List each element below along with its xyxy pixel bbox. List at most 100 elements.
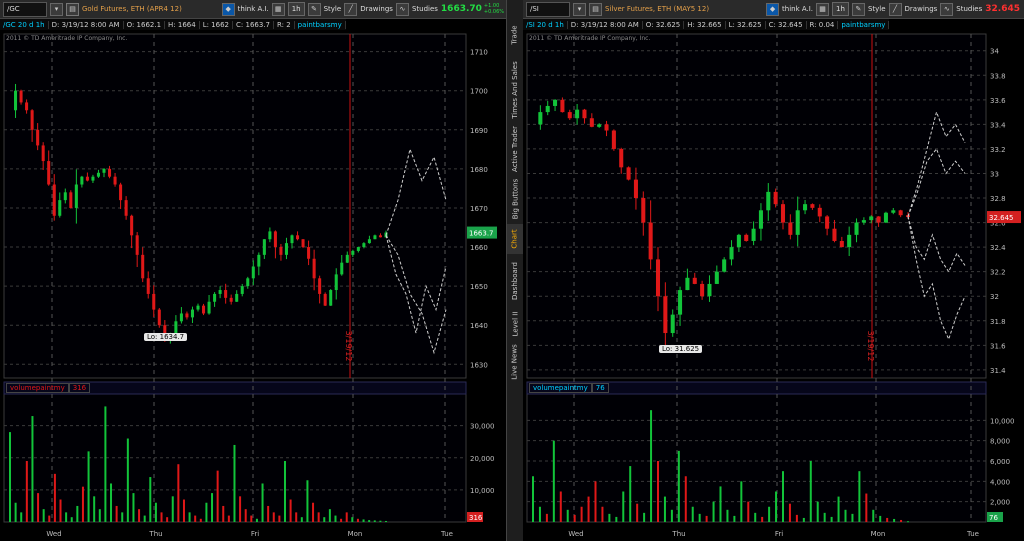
gold-chart-canvas[interactable]: 1630 1640 1650 1660 1670 1680 1690 1700 1710 10,0… (0, 0, 506, 541)
style-button[interactable]: Style (868, 5, 886, 13)
volume-bar (272, 512, 275, 522)
drawings-icon[interactable]: ╱ (344, 2, 358, 16)
volume-bar (149, 477, 152, 522)
volume-bar (837, 496, 840, 522)
candle-body (567, 112, 572, 119)
volume-bar (782, 471, 784, 522)
think-ai-icon[interactable]: ◆ (766, 2, 780, 16)
think-ai-button[interactable]: think A.I. (238, 5, 269, 13)
volume-bar (283, 461, 286, 522)
drawings-button[interactable]: Drawings (360, 5, 393, 13)
y-tick-label: 34 (990, 48, 999, 56)
candle-body (367, 239, 371, 244)
interval-button[interactable]: 1h (832, 2, 849, 16)
link-icon[interactable]: ▤ (589, 2, 602, 16)
studies-icon[interactable]: ∿ (940, 2, 954, 16)
copyright-text: 2011 © TD Ameritrade IP Company, Inc. (529, 35, 651, 42)
drawings-icon[interactable]: ╱ (888, 2, 902, 16)
volume-bar (691, 506, 694, 522)
tab-chart-label: Chart (511, 229, 519, 249)
candle-body (655, 259, 661, 297)
candle-body (185, 313, 189, 318)
volume-bar (250, 515, 253, 522)
tab-times-and-sales[interactable]: Times And Sales (507, 56, 523, 124)
volume-bar (81, 486, 84, 522)
info-high: H: 1664 (165, 20, 200, 29)
tab-level-ii[interactable]: Level II (507, 306, 523, 342)
volume-bar (368, 520, 371, 522)
study-label[interactable]: paintbarsmy (295, 20, 346, 29)
candle-body (141, 254, 145, 279)
chevron-down-icon[interactable]: ▾ (573, 2, 586, 16)
style-button[interactable]: Style (324, 5, 342, 13)
volume-bar (670, 509, 673, 522)
y-tick-label: 31.4 (990, 367, 1006, 375)
volume-bar (126, 438, 129, 522)
volume-bar (239, 496, 242, 522)
volume-bar (865, 493, 868, 522)
volume-bar (657, 461, 659, 522)
candle-body (891, 210, 896, 213)
volume-study-name[interactable]: volumepaintmy (6, 383, 69, 393)
candle-body (63, 192, 67, 201)
tab-dashboard[interactable]: Dashboard (507, 256, 523, 306)
candle-body (356, 247, 360, 251)
volume-bar (851, 513, 854, 522)
studies-button[interactable]: Studies (956, 5, 982, 13)
symbol-text: /GC (7, 5, 20, 13)
date-marker-label: 3/19/12 (344, 331, 353, 362)
studies-button[interactable]: Studies (412, 5, 438, 13)
candle-body (378, 235, 382, 238)
style-icon[interactable]: ✎ (851, 2, 865, 16)
chevron-down-icon[interactable]: ▾ (50, 2, 63, 16)
right-info-bar: /SI 20 d 1h D: 3/19/12 8:00 AM O: 32.625… (523, 19, 890, 30)
x-tick-label: Fri (251, 530, 259, 538)
link-icon[interactable]: ▤ (66, 2, 79, 16)
y-tick-label: 31.8 (990, 318, 1006, 326)
x-tick-label: Fri (775, 530, 783, 538)
symbol-input[interactable]: /SI (526, 1, 570, 17)
tab-trade[interactable]: Trade (507, 14, 523, 56)
copyright-text: 2011 © TD Ameritrade IP Company, Inc. (6, 35, 128, 42)
candle-body (345, 254, 349, 263)
tab-active-trader[interactable]: Active Trader (507, 124, 523, 174)
tab-times-and-sales-label: Times And Sales (511, 61, 519, 119)
calendar-icon[interactable]: ▦ (816, 2, 830, 16)
volume-bar (323, 517, 326, 522)
candle-body (883, 212, 888, 223)
silver-chart-canvas[interactable]: 31.431.631.83232.232.432.632.83333.233.4… (523, 0, 1024, 541)
calendar-icon[interactable]: ▦ (271, 2, 285, 16)
info-date: D: 3/19/12 8:00 AM (568, 20, 643, 29)
volume-study-name[interactable]: volumepaintmy (529, 383, 592, 393)
candle-body (876, 216, 881, 223)
volume-bar (267, 505, 270, 522)
drawings-button[interactable]: Drawings (905, 5, 938, 13)
candle-body (157, 309, 161, 326)
tab-active-trader-label: Active Trader (511, 126, 520, 172)
volume-bar (255, 518, 258, 522)
y-tick-label: 32.8 (990, 195, 1006, 203)
tab-chart[interactable]: Chart (507, 224, 523, 254)
candle-body (898, 210, 903, 216)
volume-bar (788, 503, 791, 522)
candle-body (113, 176, 117, 185)
volume-bar (719, 486, 722, 522)
style-icon[interactable]: ✎ (307, 2, 321, 16)
volume-bar (306, 480, 309, 522)
study-label[interactable]: paintbarsmy (838, 20, 890, 29)
think-ai-icon[interactable]: ◆ (221, 2, 235, 16)
price-tag-text: 1663.7 (469, 230, 494, 238)
tab-big-buttons[interactable]: Big Buttons (507, 174, 523, 224)
think-ai-button[interactable]: think A.I. (782, 5, 813, 13)
symbol-input[interactable]: /GC (3, 1, 47, 17)
candle-body (373, 235, 377, 240)
price-tag-text: 32.645 (989, 214, 1014, 222)
tab-live-news[interactable]: Live News (507, 342, 523, 382)
interval-button[interactable]: 1h (287, 2, 305, 16)
studies-icon[interactable]: ∿ (395, 2, 409, 16)
volume-bar (643, 512, 646, 522)
volume-bar (70, 517, 73, 522)
volume-bar (340, 518, 343, 522)
candle-body (69, 192, 73, 208)
candle-body (190, 309, 194, 318)
